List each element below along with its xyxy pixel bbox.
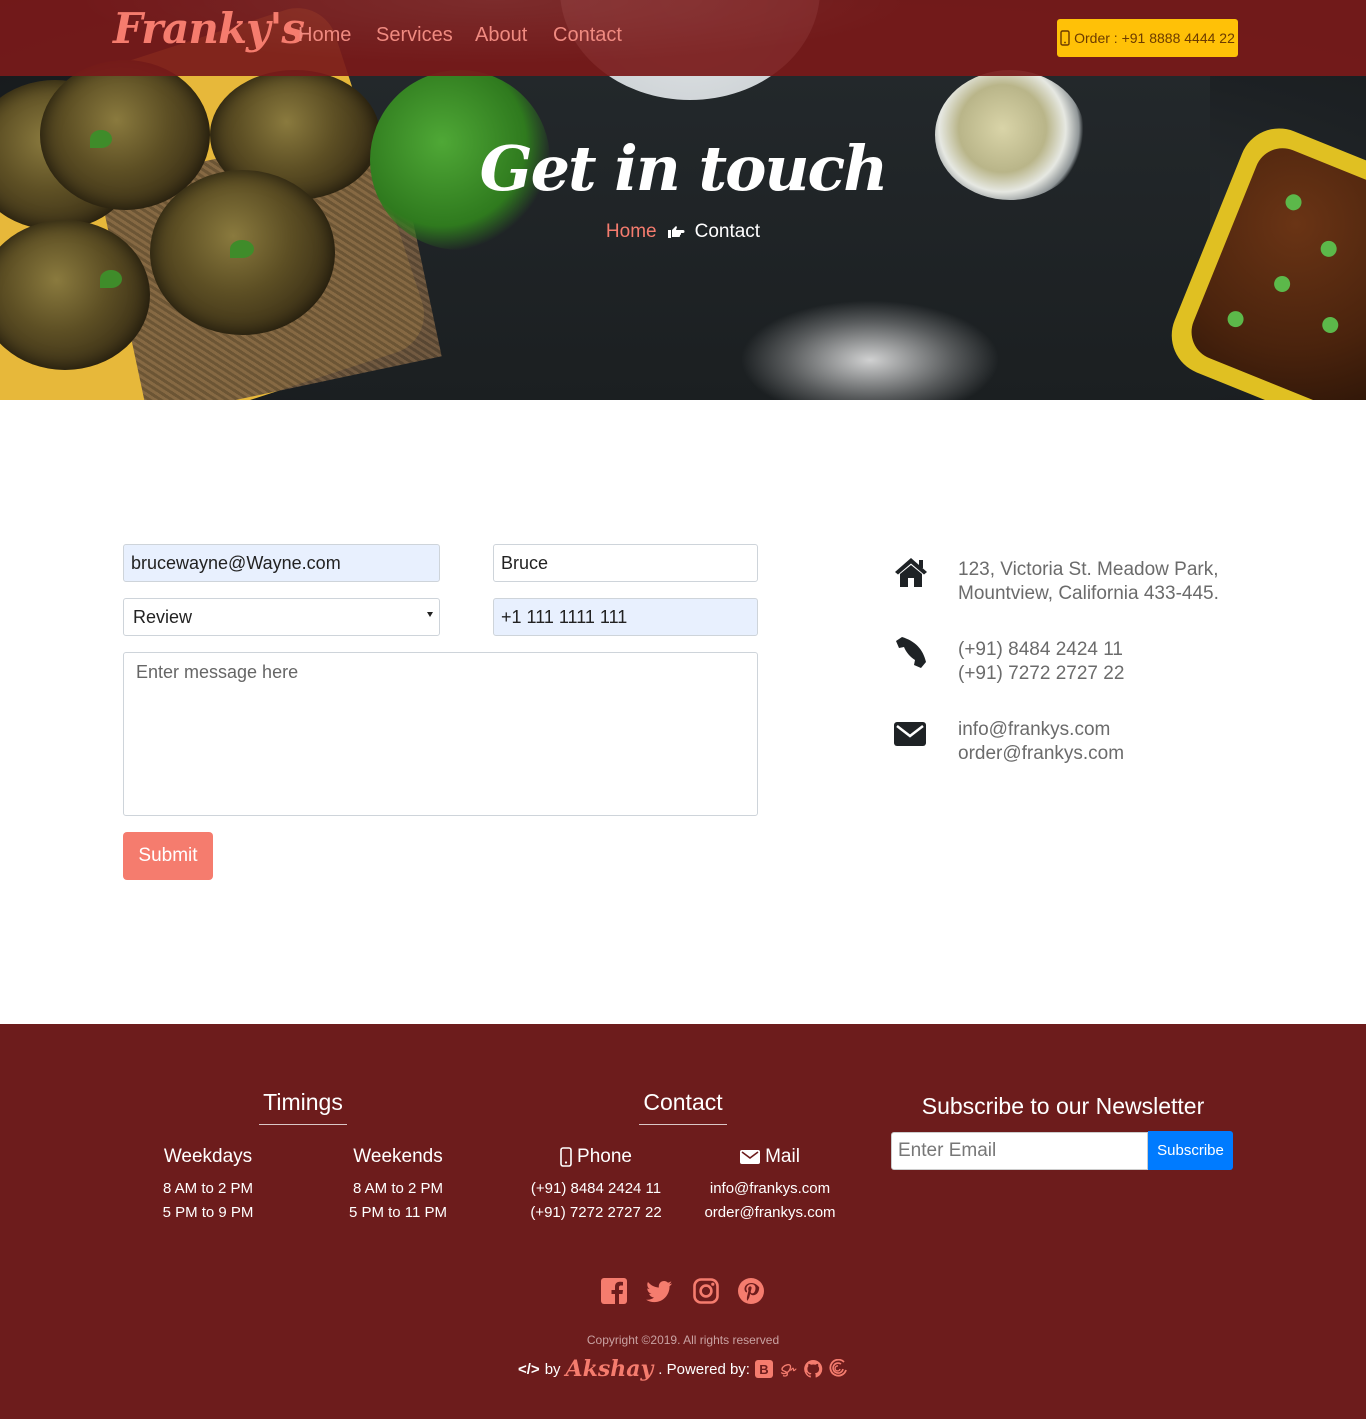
facebook-icon[interactable]	[600, 1277, 628, 1305]
breadcrumb: Home Contact	[0, 221, 1366, 243]
divider	[639, 1124, 727, 1125]
address-line: Mountview, California 433-445.	[958, 583, 1219, 604]
message-field[interactable]	[123, 652, 758, 816]
code-icon: </>	[518, 1360, 540, 1378]
hero-pea	[1271, 273, 1293, 295]
hero-pea	[1319, 314, 1341, 336]
hand-point-right-icon	[667, 225, 685, 239]
author-link[interactable]: Akshay	[566, 1356, 654, 1382]
email-address: order@frankys.com	[958, 743, 1125, 764]
brand-logo[interactable]: Franky's	[113, 4, 305, 53]
phone-number: (+91) 8484 2424 11	[958, 639, 1123, 660]
hero-leaf	[100, 270, 122, 288]
footer-mail-address: info@frankys.com	[709, 1180, 831, 1197]
address-line: 123, Victoria St. Meadow Park,	[958, 559, 1219, 580]
breadcrumb-current: Contact	[694, 221, 761, 242]
pinterest-icon[interactable]	[737, 1277, 765, 1305]
phone-field[interactable]	[493, 598, 758, 636]
phone-block: (+91) 8484 2424 11 (+91) 7272 2727 22	[958, 638, 1124, 686]
contact-heading: Contact	[643, 1089, 723, 1115]
copyright-text: Copyright ©2019. All rights reserved	[586, 1333, 780, 1347]
home-icon	[895, 558, 927, 587]
footer-mail-label: Mail	[765, 1146, 800, 1167]
gulp-icon[interactable]	[828, 1359, 848, 1379]
twitter-icon[interactable]	[645, 1277, 673, 1305]
divider	[259, 1124, 347, 1125]
page-title: Get in touch	[479, 132, 889, 205]
address-block: 123, Victoria St. Meadow Park, Mountview…	[958, 558, 1219, 606]
nav-about-link[interactable]: About	[475, 24, 527, 47]
weekdays-title: Weekdays	[163, 1146, 253, 1167]
powered-by-label: . Powered by:	[658, 1360, 750, 1378]
weekends-hours: 8 AM to 2 PM	[352, 1180, 444, 1197]
phone-icon	[896, 637, 926, 668]
sass-icon[interactable]	[778, 1359, 798, 1379]
envelope-icon	[894, 722, 926, 746]
timings-heading: Timings	[263, 1089, 343, 1115]
footer-phone-number: (+91) 8484 2424 11	[530, 1180, 662, 1197]
subject-select[interactable]: Review	[123, 598, 440, 636]
weekends-hours: 5 PM to 11 PM	[348, 1204, 448, 1221]
weekdays-hours: 8 AM to 2 PM	[162, 1180, 254, 1197]
email-block: info@frankys.com order@frankys.com	[958, 718, 1124, 766]
newsletter-heading: Subscribe to our Newsletter	[921, 1093, 1205, 1119]
hero-pea	[1225, 308, 1246, 330]
submit-button[interactable]: Submit	[123, 832, 213, 880]
footer-mail-title: Mail	[690, 1146, 850, 1168]
mobile-icon	[1060, 30, 1070, 46]
footer-phone-number: (+91) 7272 2727 22	[530, 1204, 662, 1221]
envelope-icon	[740, 1150, 761, 1164]
weekdays-hours: 5 PM to 9 PM	[162, 1204, 254, 1221]
subscribe-button[interactable]: Subscribe	[1148, 1131, 1233, 1170]
footer-phone-label: Phone	[577, 1146, 632, 1167]
github-icon[interactable]	[803, 1359, 823, 1379]
instagram-icon[interactable]	[692, 1277, 720, 1305]
email-field[interactable]	[123, 544, 440, 582]
breadcrumb-home-link[interactable]: Home	[606, 221, 657, 243]
bootstrap-icon[interactable]: B	[754, 1360, 773, 1378]
nav-services-link[interactable]: Services	[376, 24, 453, 47]
phone-number: (+91) 7272 2727 22	[958, 663, 1125, 684]
nav-home-link[interactable]: Home	[298, 24, 351, 47]
mobile-icon	[560, 1147, 572, 1167]
navbar: Franky's Home Services About Contact Ord…	[0, 0, 1366, 76]
email-address: info@frankys.com	[958, 719, 1111, 740]
weekends-title: Weekends	[353, 1146, 443, 1167]
name-field[interactable]	[493, 544, 758, 582]
newsletter-email-input[interactable]	[891, 1132, 1148, 1170]
credits: </> by Akshay . Powered by: B	[0, 1356, 1366, 1382]
nav-contact-link[interactable]: Contact	[553, 24, 622, 47]
order-button[interactable]: Order : +91 8888 4444 22	[1057, 19, 1238, 57]
chevron-down-icon	[427, 612, 433, 617]
credits-by: by	[544, 1360, 561, 1378]
footer-mail-address: order@frankys.com	[704, 1204, 836, 1221]
order-button-label: Order : +91 8888 4444 22	[1074, 30, 1235, 46]
footer-phone-title: Phone	[516, 1146, 676, 1168]
